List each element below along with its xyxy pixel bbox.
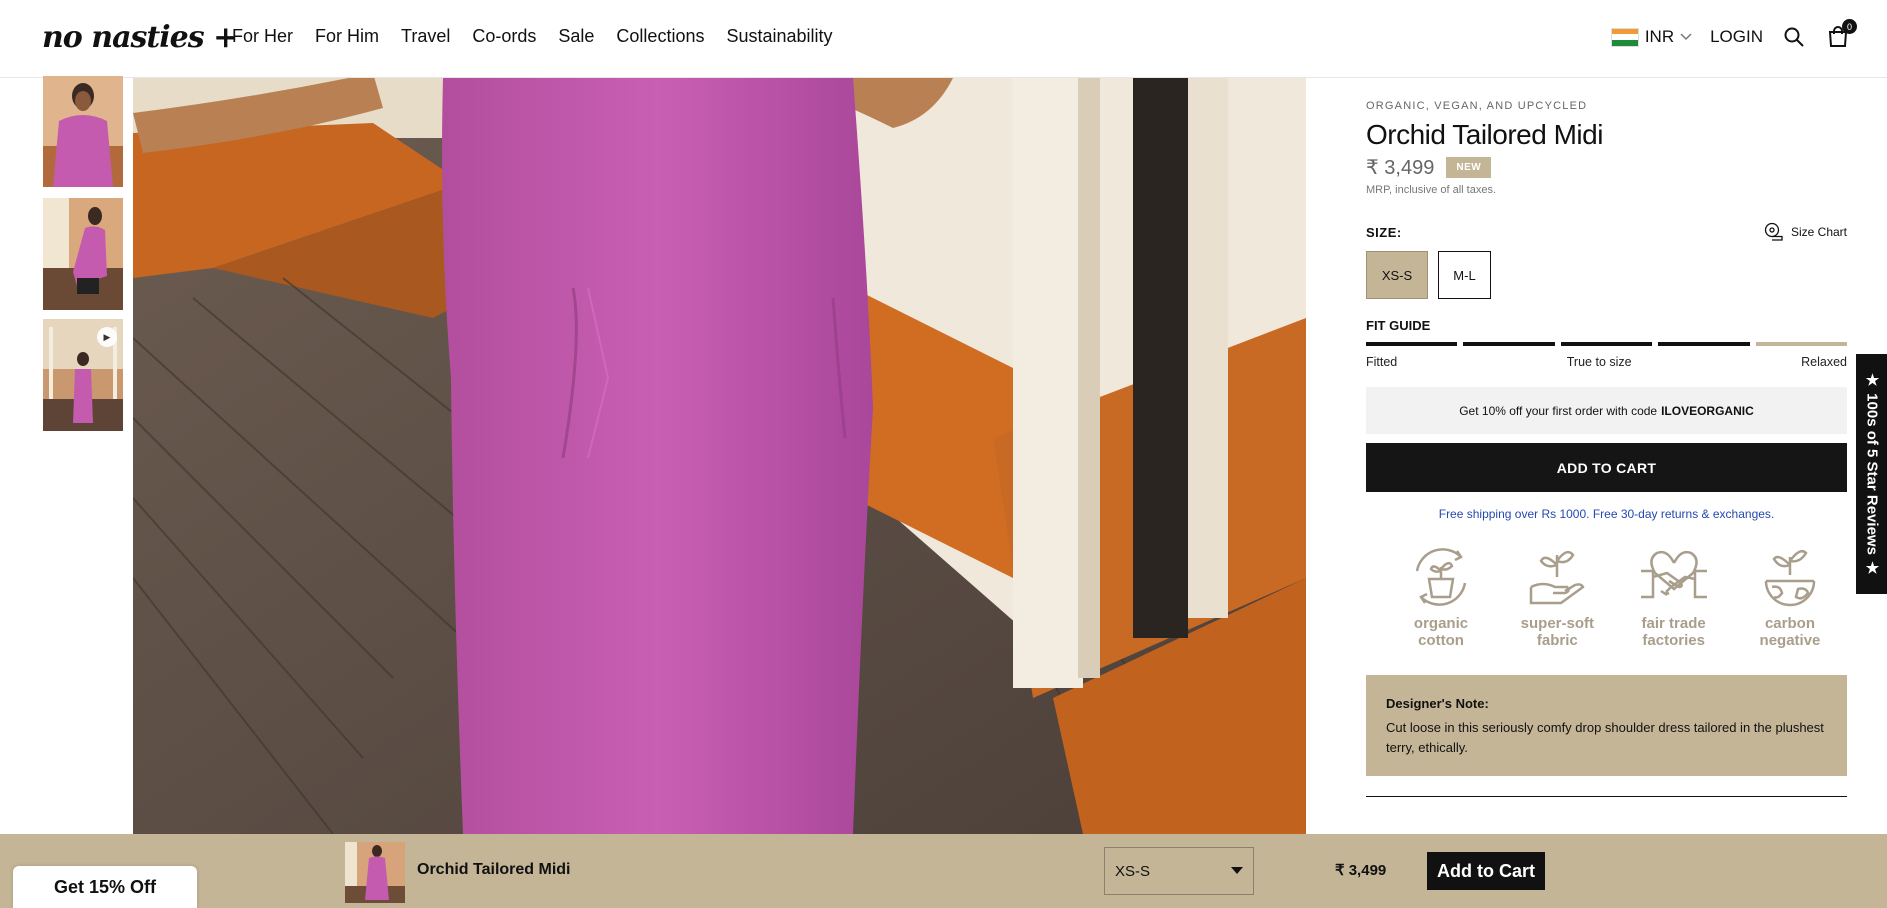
- size-options: XS-S M-L: [1366, 251, 1847, 299]
- feature-organic-cotton: organic cotton: [1396, 541, 1486, 649]
- cart-count-badge: 0: [1842, 19, 1857, 34]
- thumbnail-gallery: ▶: [43, 76, 123, 440]
- product-title: Orchid Tailored Midi: [1366, 119, 1603, 150]
- designer-note: Designer's Note: Cut loose in this serio…: [1366, 675, 1847, 776]
- fit-guide-title: FIT GUIDE: [1366, 318, 1431, 333]
- fit-label-true-to-size: True to size: [1566, 355, 1632, 369]
- designer-note-body: Cut loose in this seriously comfy drop s…: [1386, 720, 1824, 755]
- shipping-info[interactable]: Free shipping over Rs 1000. Free 30-day …: [1366, 507, 1847, 521]
- sticky-product-title: Orchid Tailored Midi: [417, 861, 571, 878]
- feature-carbon-negative: carbon negative: [1745, 541, 1835, 649]
- divider: [1366, 796, 1847, 797]
- sticky-size-value: XS-S: [1115, 862, 1151, 880]
- currency-label: INR: [1644, 27, 1675, 46]
- feature-label: super-soft fabric: [1520, 615, 1594, 649]
- sticky-price: ₹ 3,499: [1335, 862, 1387, 879]
- fit-label-relaxed: Relaxed: [1801, 355, 1847, 369]
- feature-fair-trade: fair trade factories: [1629, 541, 1719, 649]
- fit-segment: [1560, 342, 1653, 346]
- play-icon: ▶: [97, 327, 117, 347]
- header-actions: INR LOGIN 0: [1610, 19, 1857, 50]
- promo-banner: Get 10% off your first order with code I…: [1366, 387, 1847, 434]
- carbon-negative-icon: [1764, 550, 1816, 607]
- promo-text: Get 10% off your first order with code: [1459, 403, 1658, 418]
- fit-segment: [1366, 342, 1458, 346]
- feature-icons: organic cotton super-soft fabric fair tr…: [1366, 541, 1847, 649]
- cart-icon[interactable]: 0: [1825, 19, 1857, 50]
- login-link[interactable]: LOGIN: [1710, 27, 1763, 47]
- size-option-m-l[interactable]: M-L: [1438, 251, 1491, 299]
- currency-selector[interactable]: INR: [1610, 27, 1692, 47]
- discount-popup-tab[interactable]: Get 15% Off: [13, 866, 197, 908]
- size-label: SIZE:: [1366, 224, 1402, 240]
- fit-segment-active: [1755, 342, 1848, 346]
- feature-label: carbon negative: [1759, 615, 1821, 649]
- price-row: ₹ 3,499 NEW: [1366, 155, 1847, 180]
- nav-travel[interactable]: Travel: [401, 26, 450, 47]
- thumbnail-2[interactable]: [43, 198, 123, 310]
- organic-cotton-icon: [1415, 548, 1467, 606]
- mrp-note: MRP, inclusive of all taxes.: [1366, 184, 1497, 196]
- reviews-side-tab[interactable]: ★ 100s of 5 Star Reviews ★: [1856, 354, 1887, 594]
- main-nav: For Her For Him Travel Co-ords Sale Coll…: [232, 26, 833, 47]
- size-chart-label: Size Chart: [1790, 225, 1847, 239]
- thumbnail-video[interactable]: ▶: [43, 319, 123, 431]
- feature-super-soft-fabric: super-soft fabric: [1512, 541, 1602, 649]
- new-badge: NEW: [1446, 157, 1492, 178]
- fit-segment: [1658, 342, 1750, 346]
- sticky-cart-bar: Orchid Tailored Midi XS-S ₹ 3,499 Add to…: [0, 834, 1887, 908]
- super-soft-fabric-icon: [1530, 550, 1585, 605]
- nav-sale[interactable]: Sale: [558, 26, 594, 47]
- product-eyebrow: ORGANIC, VEGAN, AND UPCYCLED: [1366, 100, 1588, 112]
- site-header: no nasties + For Her For Him Travel Co-o…: [0, 0, 1887, 78]
- fit-segment: [1463, 342, 1555, 346]
- brand-logo[interactable]: no nasties +: [42, 20, 238, 55]
- designer-note-title: Designer's Note:: [1386, 696, 1489, 711]
- nav-for-her[interactable]: For Her: [232, 26, 293, 47]
- nav-sustainability[interactable]: Sustainability: [726, 26, 832, 47]
- feature-label: fair trade factories: [1641, 615, 1706, 649]
- fit-guide-scale: [1366, 342, 1848, 346]
- feature-label: organic cotton: [1413, 615, 1469, 649]
- chevron-down-icon: [1680, 33, 1692, 41]
- fair-trade-icon: [1640, 550, 1707, 599]
- size-option-xs-s[interactable]: XS-S: [1366, 251, 1428, 299]
- thumbnail-1[interactable]: [43, 76, 123, 187]
- india-flag-icon: [1610, 27, 1639, 47]
- promo-code: ILOVEORGANIC: [1661, 403, 1754, 418]
- dropdown-arrow-icon: [1231, 867, 1243, 874]
- reviews-tab-label: ★ 100s of 5 Star Reviews ★: [1863, 370, 1881, 578]
- size-chart-link[interactable]: Size Chart: [1764, 222, 1847, 242]
- product-info-panel: ORGANIC, VEGAN, AND UPCYCLED Orchid Tail…: [1366, 78, 1848, 797]
- nav-co-ords[interactable]: Co-ords: [472, 26, 536, 47]
- fit-label-fitted: Fitted: [1366, 355, 1398, 369]
- main-product-image[interactable]: [133, 78, 1306, 834]
- size-row: SIZE: Size Chart: [1366, 222, 1847, 242]
- sticky-size-select[interactable]: XS-S: [1104, 847, 1254, 895]
- nav-collections[interactable]: Collections: [616, 26, 704, 47]
- sticky-product-thumbnail: [345, 842, 405, 903]
- nav-for-him[interactable]: For Him: [315, 26, 379, 47]
- search-icon[interactable]: [1781, 24, 1807, 50]
- add-to-cart-button[interactable]: ADD TO CART: [1366, 443, 1847, 492]
- measuring-tape-icon: [1764, 222, 1783, 241]
- product-price: ₹ 3,499: [1366, 157, 1435, 179]
- sticky-add-to-cart-button[interactable]: Add to Cart: [1427, 852, 1545, 890]
- fit-guide-labels: Fitted True to size Relaxed: [1366, 355, 1847, 369]
